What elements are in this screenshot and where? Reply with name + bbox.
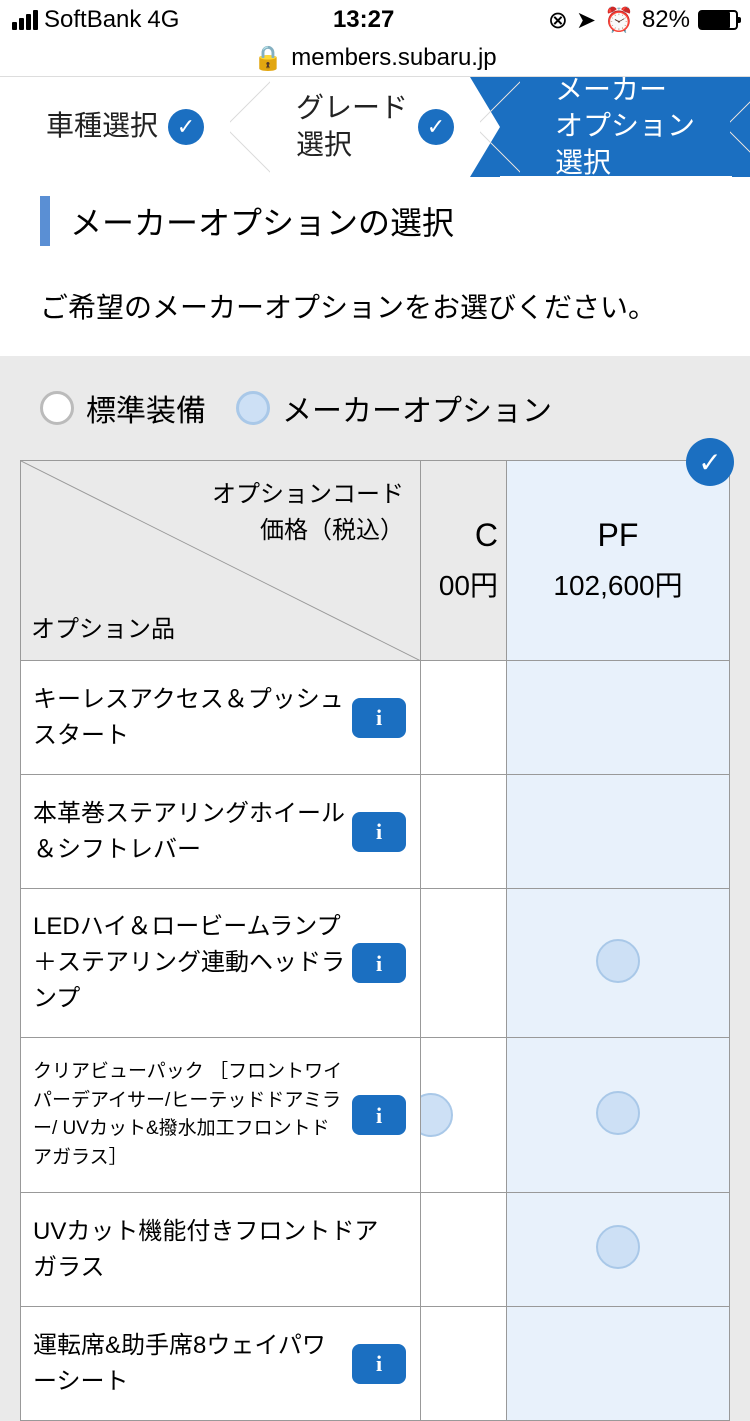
options-table-wrap: ✓ オプションコード 価格（税込） オプション品 C xyxy=(20,460,730,1421)
cell-pf[interactable] xyxy=(507,661,730,775)
option-circle-icon xyxy=(596,1091,640,1135)
info-button[interactable]: i xyxy=(352,1095,406,1135)
check-icon: ✓ xyxy=(418,109,454,145)
table-row: 本革巻ステアリングホイール＆シフトレバー i xyxy=(21,775,730,889)
table-row: クリアビューパック ［フロントワイパーデアイサー/ヒーテッドドアミラー/ UVカ… xyxy=(21,1038,730,1193)
table-row: キーレスアクセス＆プッシュスタート i xyxy=(21,661,730,775)
step-label: グレード 選択 xyxy=(296,90,408,163)
col-code: PF xyxy=(507,517,729,554)
option-name-cell: クリアビューパック ［フロントワイパーデアイサー/ヒーテッドドアミラー/ UVカ… xyxy=(21,1038,421,1193)
status-left: SoftBank 4G xyxy=(12,6,179,34)
option-circle-icon xyxy=(596,939,640,983)
step-label: 車種選択 xyxy=(46,108,158,144)
legend-label: メーカーオプション xyxy=(282,386,552,430)
circle-filled-icon xyxy=(236,391,270,425)
corner-bottom-label: オプション品 xyxy=(31,609,175,644)
step-option[interactable]: メーカー オプション 選択 xyxy=(500,77,750,176)
legend-standard: 標準装備 xyxy=(40,386,206,430)
section-title: メーカーオプションの選択 xyxy=(0,176,750,266)
cell-pf[interactable] xyxy=(507,1193,730,1307)
option-name-cell: UVカット機能付きフロントドアガラス xyxy=(21,1193,421,1307)
options-table: オプションコード 価格（税込） オプション品 C 00円 PF 102,600 xyxy=(20,460,730,1421)
corner-top-label: オプションコード 価格（税込） xyxy=(212,477,404,549)
cell-c[interactable] xyxy=(421,889,507,1038)
table-row: LEDハイ＆ロービームランプ＋ステアリング連動ヘッドランプ i xyxy=(21,889,730,1038)
options-content: 標準装備 メーカーオプション ✓ オプションコード 価格（税込） オプション品 xyxy=(0,356,750,1421)
info-button[interactable]: i xyxy=(352,943,406,983)
cell-c[interactable] xyxy=(421,1307,507,1421)
cell-pf[interactable] xyxy=(507,1307,730,1421)
info-button[interactable]: i xyxy=(352,698,406,738)
step-grade[interactable]: グレード 選択 ✓ xyxy=(250,77,500,176)
cell-c[interactable] xyxy=(421,661,507,775)
url-text: members.subaru.jp xyxy=(291,44,496,72)
selected-check-icon: ✓ xyxy=(686,438,734,486)
option-circle-icon xyxy=(421,1093,454,1137)
signal-icon xyxy=(12,10,38,30)
cell-pf[interactable] xyxy=(507,889,730,1038)
status-time: 13:27 xyxy=(179,6,547,34)
column-pf[interactable]: PF 102,600円 xyxy=(507,461,730,661)
legend: 標準装備 メーカーオプション xyxy=(20,386,730,460)
network-label: 4G xyxy=(147,6,179,34)
battery-icon xyxy=(698,10,738,30)
cell-c[interactable] xyxy=(421,1193,507,1307)
location-icon: ➤ xyxy=(576,6,596,35)
accent-bar xyxy=(40,196,50,246)
carrier-label: SoftBank xyxy=(44,6,141,34)
instruction-text: ご希望のメーカーオプションをお選びください。 xyxy=(0,266,750,356)
table-row: UVカット機能付きフロントドアガラス xyxy=(21,1193,730,1307)
table-corner: オプションコード 価格（税込） オプション品 xyxy=(21,461,421,661)
rotation-lock-icon: ⊗ xyxy=(548,6,568,35)
check-icon: ✓ xyxy=(168,109,204,145)
option-name-cell: キーレスアクセス＆プッシュスタート i xyxy=(21,661,421,775)
circle-icon xyxy=(40,391,74,425)
cell-pf[interactable] xyxy=(507,775,730,889)
col-price: 00円 xyxy=(421,564,498,604)
cell-c[interactable] xyxy=(421,1038,507,1193)
cell-pf[interactable] xyxy=(507,1038,730,1193)
step-model[interactable]: 車種選択 ✓ xyxy=(0,77,250,176)
status-bar: SoftBank 4G 13:27 ⊗ ➤ ⏰ 82% xyxy=(0,0,750,40)
legend-label: 標準装備 xyxy=(86,386,206,430)
column-c[interactable]: C 00円 xyxy=(421,461,507,661)
breadcrumb-steps: 車種選択 ✓ グレード 選択 ✓ メーカー オプション 選択 xyxy=(0,76,750,176)
info-button[interactable]: i xyxy=(352,1344,406,1384)
option-name-cell: 運転席&助手席8ウェイパワーシート i xyxy=(21,1307,421,1421)
status-right: ⊗ ➤ ⏰ 82% xyxy=(548,6,738,35)
url-bar[interactable]: 🔒 members.subaru.jp xyxy=(0,40,750,76)
info-button[interactable]: i xyxy=(352,812,406,852)
cell-c[interactable] xyxy=(421,775,507,889)
legend-option: メーカーオプション xyxy=(236,386,552,430)
lock-icon: 🔒 xyxy=(253,44,283,73)
col-code: C xyxy=(421,517,498,554)
table-row: 運転席&助手席8ウェイパワーシート i xyxy=(21,1307,730,1421)
section-title-text: メーカーオプションの選択 xyxy=(70,198,454,244)
option-name-cell: LEDハイ＆ロービームランプ＋ステアリング連動ヘッドランプ i xyxy=(21,889,421,1038)
option-circle-icon xyxy=(596,1225,640,1269)
alarm-icon: ⏰ xyxy=(604,6,634,35)
battery-pct: 82% xyxy=(642,6,690,34)
col-price: 102,600円 xyxy=(507,564,729,604)
step-label: メーカー オプション 選択 xyxy=(555,72,695,181)
option-name: UVカット機能付きフロントドアガラス xyxy=(33,1214,408,1286)
option-name-cell: 本革巻ステアリングホイール＆シフトレバー i xyxy=(21,775,421,889)
